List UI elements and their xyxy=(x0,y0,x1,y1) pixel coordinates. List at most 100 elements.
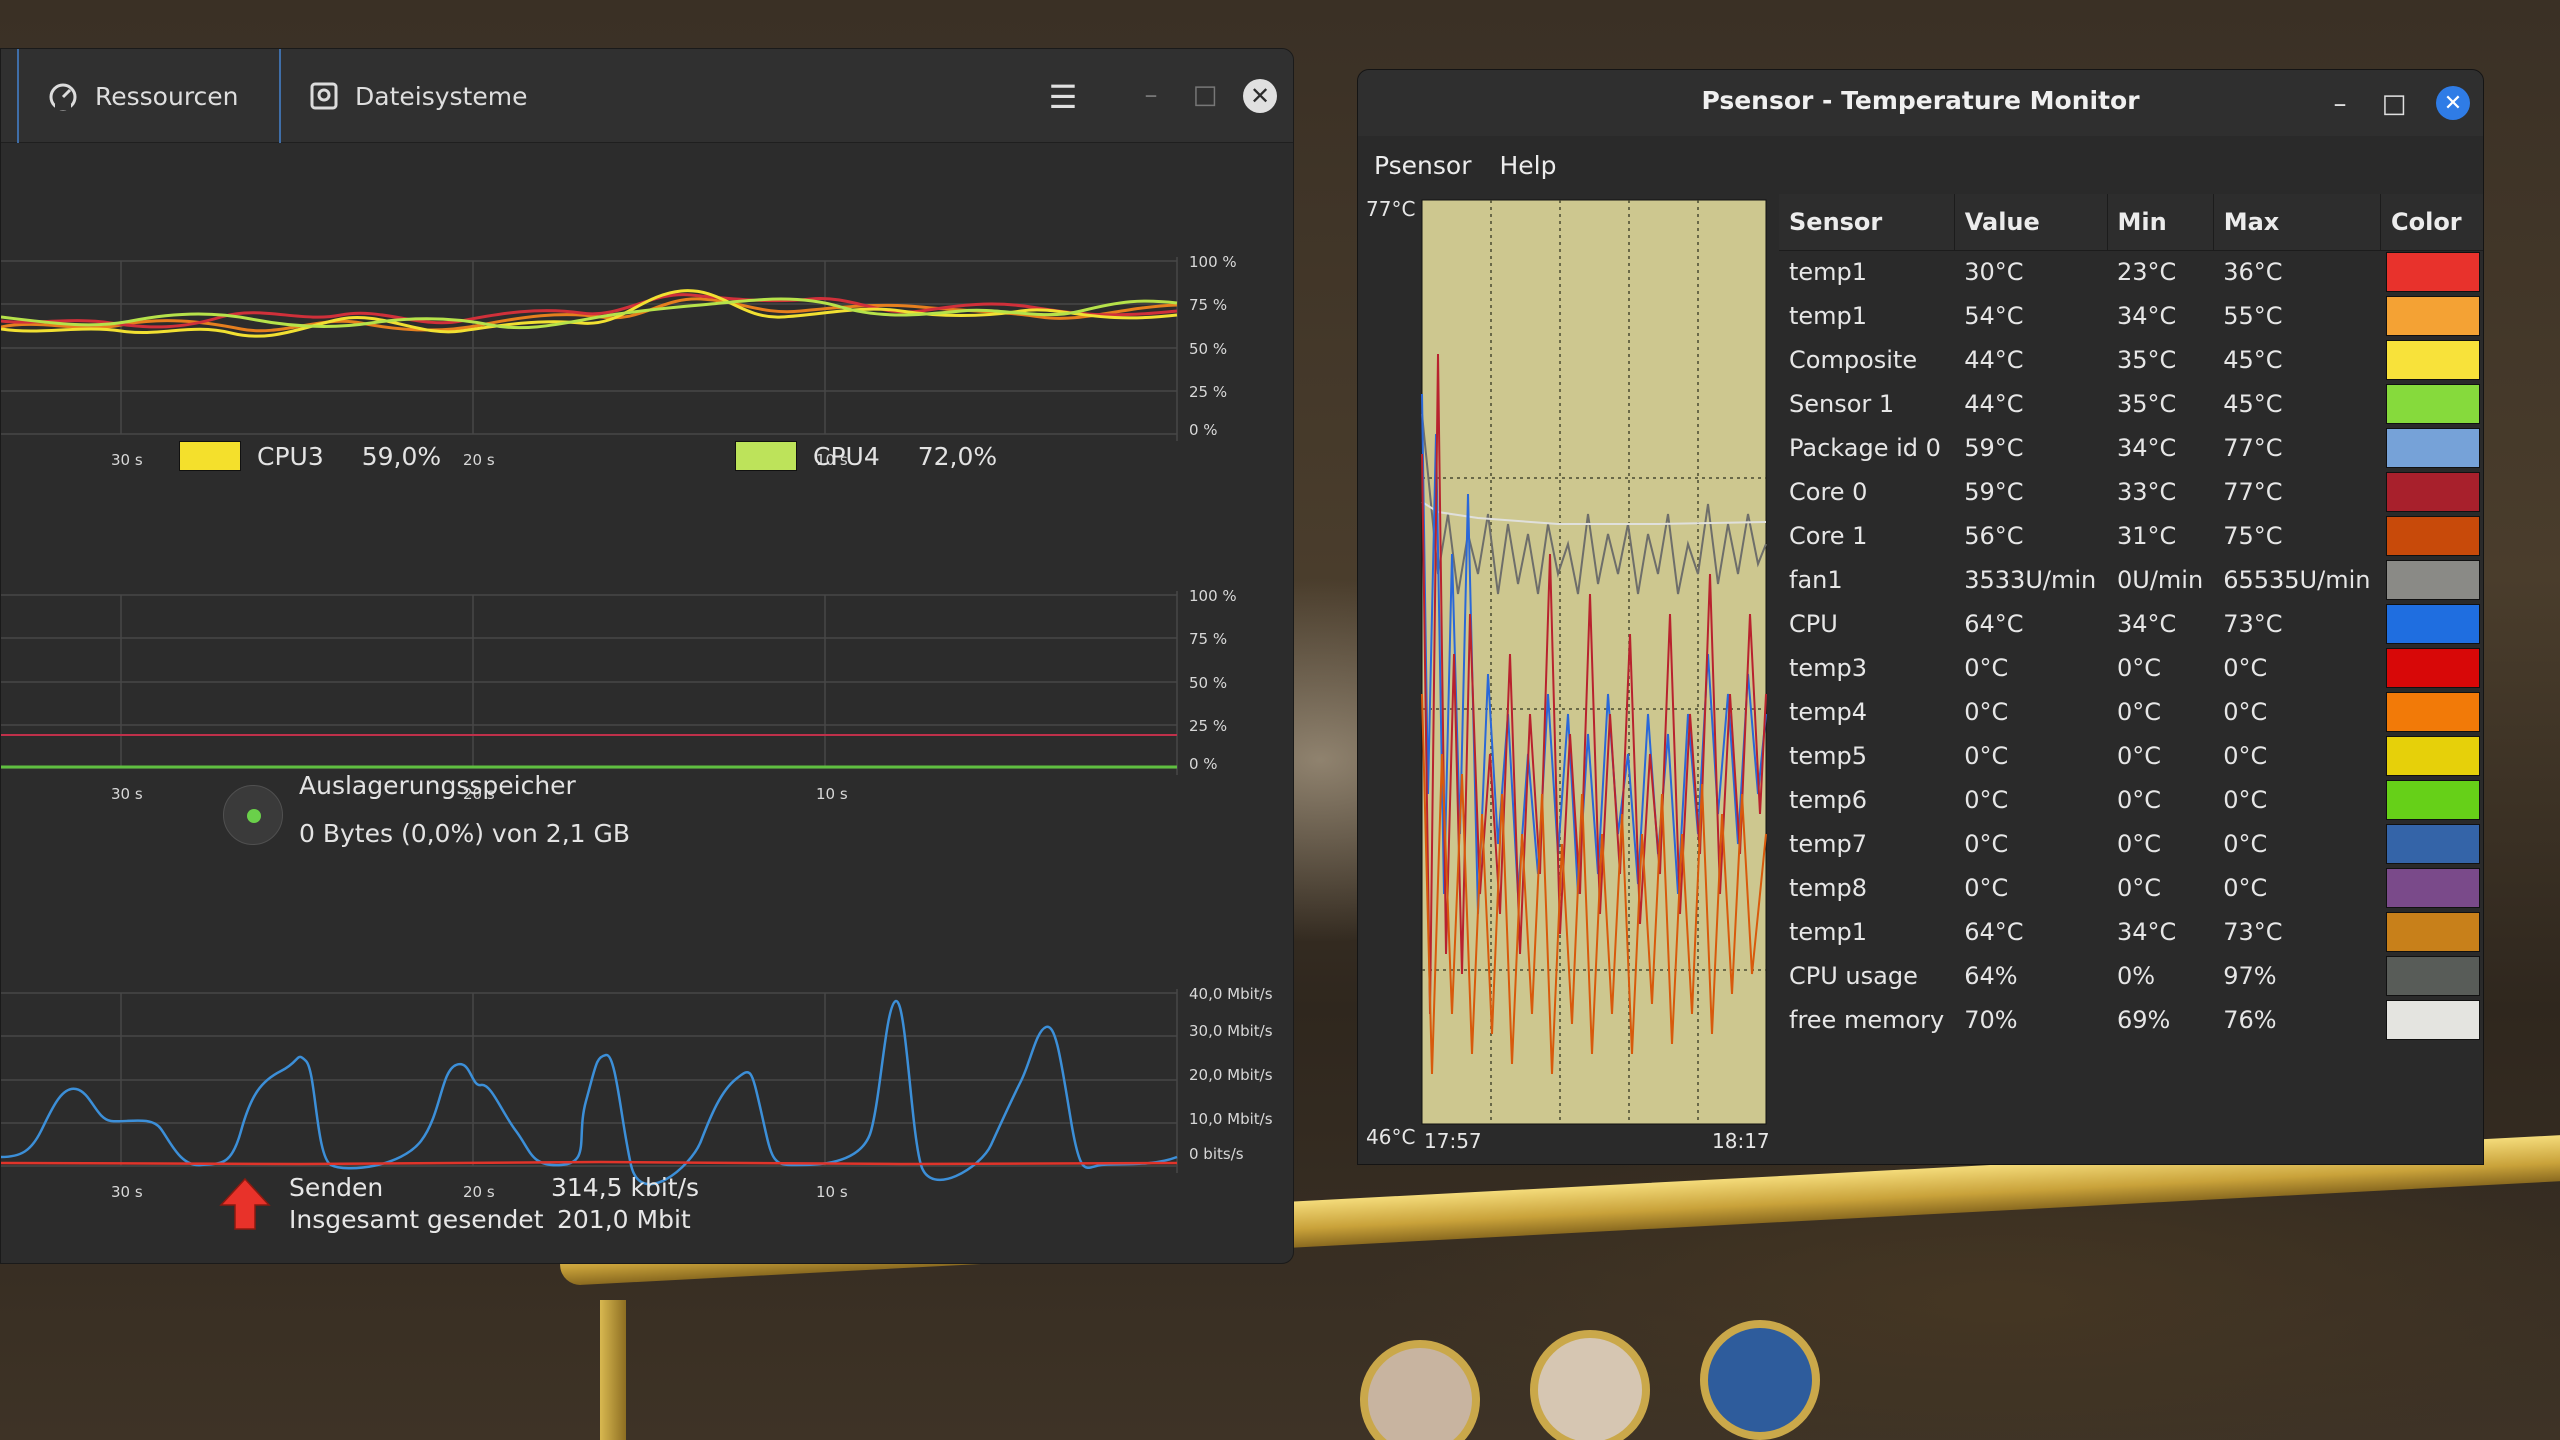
sensor-max-cell: 73°C xyxy=(2223,610,2283,638)
menu-bar: Psensor Help xyxy=(1358,136,2483,194)
cpu-history-graph: 100 % 75 % 50 % 25 % 0 % 30 s 20 s 10 s xyxy=(1,199,1293,479)
table-row[interactable]: Core 1 56°C 31°C 75°C xyxy=(1779,514,2483,558)
sensor-color-swatch[interactable] xyxy=(2386,560,2481,600)
tab-filesystems-label: Dateisysteme xyxy=(355,81,528,111)
sensor-color-swatch[interactable] xyxy=(2386,868,2481,908)
table-row[interactable]: temp3 0°C 0°C 0°C xyxy=(1779,646,2483,690)
sensor-sensor-cell: temp4 xyxy=(1789,698,1868,726)
table-row[interactable]: Sensor 1 44°C 35°C 45°C xyxy=(1779,382,2483,426)
mem-y-tick: 25 % xyxy=(1189,717,1227,735)
table-row[interactable]: temp1 54°C 34°C 55°C xyxy=(1779,294,2483,338)
gauge-icon xyxy=(49,83,77,111)
column-header-value[interactable]: Value xyxy=(1954,194,2108,251)
sensor-value-cell: 44°C xyxy=(1964,346,2024,374)
close-button[interactable]: ✕ xyxy=(2436,86,2470,120)
tab-resources[interactable]: Ressourcen xyxy=(17,49,281,143)
maximize-button[interactable]: □ xyxy=(2374,84,2414,124)
sensor-table-container: Sensor Value Min Max Color temp1 30°C 23°C… xyxy=(1779,194,2483,1144)
sensor-max-cell: 77°C xyxy=(2223,434,2283,462)
sensor-color-swatch[interactable] xyxy=(2386,780,2481,820)
swap-pie-indicator[interactable] xyxy=(223,785,283,845)
graph-y-min: 46°C xyxy=(1366,1125,1415,1149)
minimize-button[interactable]: – xyxy=(1131,75,1171,115)
cpu4-legend: CPU4 72,0% xyxy=(735,441,997,471)
sensor-color-swatch[interactable] xyxy=(2386,648,2481,688)
cpu-y-tick: 50 % xyxy=(1189,340,1227,358)
sensor-max-cell: 75°C xyxy=(2223,522,2283,550)
table-row[interactable]: temp6 0°C 0°C 0°C xyxy=(1779,778,2483,822)
sensor-color-swatch[interactable] xyxy=(2386,956,2481,996)
menu-help[interactable]: Help xyxy=(1500,151,1557,180)
sensor-min-cell: 35°C xyxy=(2117,390,2177,418)
table-row[interactable]: Composite 44°C 35°C 45°C xyxy=(1779,338,2483,382)
sensor-sensor-cell: temp3 xyxy=(1789,654,1868,682)
net-y-tick: 20,0 Mbit/s xyxy=(1189,1066,1273,1084)
net-y-tick: 40,0 Mbit/s xyxy=(1189,985,1273,1003)
close-button[interactable]: ✕ xyxy=(1243,79,1277,113)
table-row[interactable]: CPU usage 64% 0% 97% xyxy=(1779,954,2483,998)
sensor-color-swatch[interactable] xyxy=(2386,472,2481,512)
sensor-sensor-cell: Composite xyxy=(1789,346,1918,374)
sensor-value-cell: 56°C xyxy=(1964,522,2024,550)
sensor-color-swatch[interactable] xyxy=(2386,604,2481,644)
maximize-button[interactable]: □ xyxy=(1185,75,1225,115)
sensor-color-swatch[interactable] xyxy=(2386,296,2481,336)
table-row[interactable]: temp8 0°C 0°C 0°C xyxy=(1779,866,2483,910)
table-row[interactable]: temp5 0°C 0°C 0°C xyxy=(1779,734,2483,778)
hamburger-menu-icon[interactable]: ☰ xyxy=(1041,75,1085,119)
sensor-max-cell: 0°C xyxy=(2223,698,2268,726)
sensor-value-cell: 30°C xyxy=(1964,258,2024,287)
minimize-button[interactable]: – xyxy=(2320,84,2360,124)
disk-icon xyxy=(310,82,338,110)
sensor-color-swatch[interactable] xyxy=(2386,912,2481,952)
column-header-min[interactable]: Min xyxy=(2107,194,2214,251)
table-row[interactable]: temp1 30°C 23°C 36°C xyxy=(1779,250,2483,294)
sensor-color-cell xyxy=(2380,338,2483,382)
sensor-sensor-cell: Sensor 1 xyxy=(1789,390,1895,418)
cpu-x-tick: 30 s xyxy=(111,451,143,469)
column-header-max[interactable]: Max xyxy=(2213,194,2381,251)
column-header-sensor[interactable]: Sensor xyxy=(1779,194,1955,251)
table-row[interactable]: Core 0 59°C 33°C 77°C xyxy=(1779,470,2483,514)
sensor-sensor-cell: fan1 xyxy=(1789,566,1843,594)
cpu-y-tick: 0 % xyxy=(1189,421,1218,439)
cpu4-color-swatch[interactable] xyxy=(735,441,797,471)
table-row[interactable]: Package id 0 59°C 34°C 77°C xyxy=(1779,426,2483,470)
sensor-color-swatch[interactable] xyxy=(2386,1000,2481,1040)
sensor-value-cell: 0°C xyxy=(1964,830,2009,858)
sensor-color-swatch[interactable] xyxy=(2386,736,2481,776)
table-row[interactable]: free memory 70% 69% 76% xyxy=(1779,998,2483,1042)
sensor-min-cell: 34°C xyxy=(2117,918,2177,946)
upload-arrow-icon[interactable] xyxy=(219,1177,271,1231)
table-row[interactable]: temp1 64°C 34°C 73°C xyxy=(1779,910,2483,954)
menu-psensor[interactable]: Psensor xyxy=(1374,151,1472,180)
sensor-color-swatch[interactable] xyxy=(2386,340,2481,380)
sensor-sensor-cell: temp1 xyxy=(1789,258,1868,287)
sensor-color-swatch[interactable] xyxy=(2386,252,2481,293)
cpu3-color-swatch[interactable] xyxy=(179,441,241,471)
sensor-color-cell xyxy=(2380,470,2483,514)
sensor-color-swatch[interactable] xyxy=(2386,428,2481,468)
sensor-max-cell: 0°C xyxy=(2223,786,2268,814)
sensor-sensor-cell: Package id 0 xyxy=(1789,434,1941,462)
sensor-color-cell xyxy=(2380,646,2483,690)
table-row[interactable]: temp4 0°C 0°C 0°C xyxy=(1779,690,2483,734)
sensor-color-cell xyxy=(2380,382,2483,426)
sensor-color-cell xyxy=(2380,294,2483,338)
tab-filesystems[interactable]: Dateisysteme xyxy=(279,49,579,143)
sensor-color-swatch[interactable] xyxy=(2386,692,2481,732)
sensor-color-swatch[interactable] xyxy=(2386,516,2481,556)
table-row[interactable]: CPU 64°C 34°C 73°C xyxy=(1779,602,2483,646)
table-row[interactable]: temp7 0°C 0°C 0°C xyxy=(1779,822,2483,866)
wallpaper-badge xyxy=(1530,1330,1650,1440)
mem-x-tick: 30 s xyxy=(111,785,143,803)
wallpaper-badge xyxy=(1700,1320,1820,1440)
sensor-max-cell: 45°C xyxy=(2223,346,2283,374)
psensor-window: Psensor - Temperature Monitor – □ ✕ Psen… xyxy=(1357,69,2484,1165)
sensor-max-cell: 0°C xyxy=(2223,874,2268,902)
sensor-min-cell: 34°C xyxy=(2117,302,2177,330)
table-row[interactable]: fan1 3533U/min 0U/min 65535U/min xyxy=(1779,558,2483,602)
sensor-color-swatch[interactable] xyxy=(2386,824,2481,864)
sensor-color-swatch[interactable] xyxy=(2386,384,2481,424)
column-header-color[interactable]: Color xyxy=(2380,194,2483,251)
